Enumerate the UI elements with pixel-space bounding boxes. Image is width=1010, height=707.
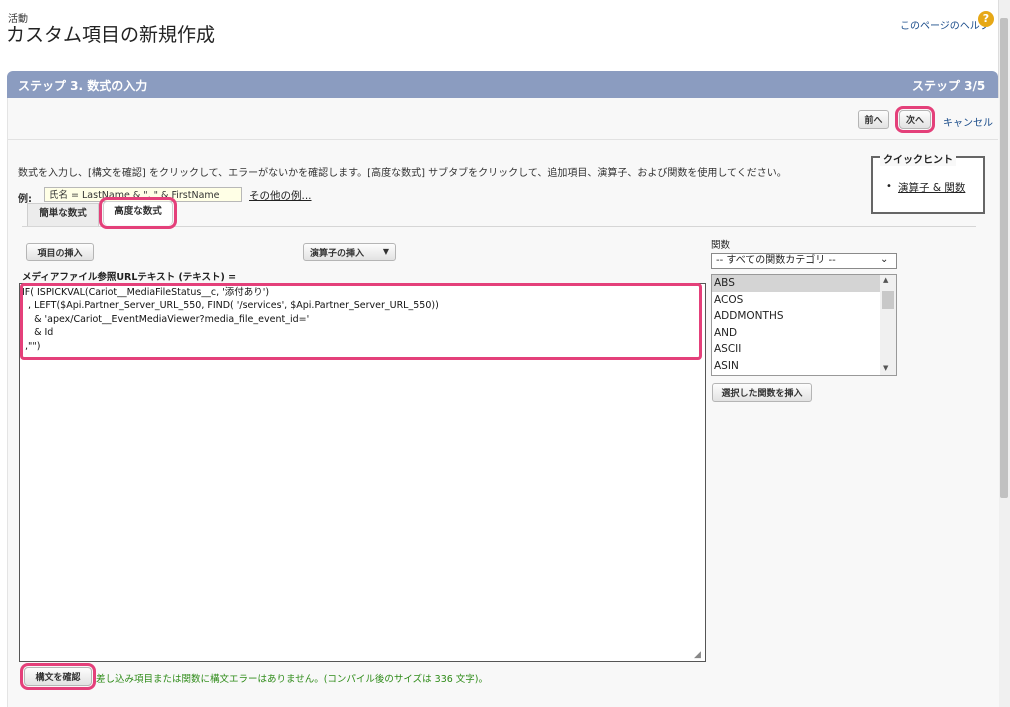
function-item[interactable]: ASIN — [712, 358, 896, 375]
formula-highlight — [20, 283, 702, 360]
insert-operator-button[interactable]: 演算子の挿入 ▼ — [303, 243, 396, 261]
function-item[interactable]: ACOS — [712, 292, 896, 309]
functions-label: 関数 — [711, 240, 731, 251]
field-label: メディアファイル参照URLテキスト (テキスト) = — [22, 272, 237, 283]
scroll-down-icon[interactable]: ▼ — [883, 364, 888, 372]
step-title: ステップ 3. 数式の入力 — [18, 79, 148, 93]
insert-field-button[interactable]: 項目の挿入 — [26, 243, 94, 261]
function-list-scroll-thumb[interactable] — [882, 291, 894, 309]
tab-advanced-formula[interactable]: 高度な数式 — [99, 197, 177, 229]
cancel-link[interactable]: キャンセル — [943, 114, 993, 129]
help-link[interactable]: このページのヘルプ — [900, 17, 990, 32]
instructions-text: 数式を入力し、[構文を確認] をクリックして、エラーがないかを確認します。[高度… — [18, 168, 787, 179]
operators-functions-link[interactable]: 演算子 & 関数 — [898, 180, 965, 195]
chevron-down-icon: ▼ — [382, 247, 389, 256]
insert-operator-label: 演算子の挿入 — [310, 248, 365, 259]
more-examples-link[interactable]: その他の例... — [249, 188, 312, 203]
function-category-select[interactable]: -- すべての関数カテゴリ -- — [711, 253, 897, 269]
function-item[interactable]: ASCII — [712, 341, 896, 358]
syntax-result-text: 差し込み項目または関数に構文エラーはありません。(コンパイル後のサイズは 336… — [96, 674, 489, 685]
help-icon[interactable]: ? — [978, 11, 994, 27]
step-count: ステップ 3/5 — [912, 79, 986, 93]
step-header-bar — [7, 71, 998, 98]
tab-simple-formula[interactable]: 簡単な数式 — [27, 203, 99, 226]
divider — [8, 139, 998, 140]
scroll-up-icon[interactable]: ▲ — [883, 276, 888, 284]
function-item[interactable]: AND — [712, 325, 896, 342]
bullet-icon: • — [886, 181, 892, 192]
check-syntax-button[interactable]: 構文を確認 — [20, 663, 96, 690]
page-scrollbar-thumb[interactable] — [1000, 18, 1008, 498]
insert-selected-function-button[interactable]: 選択した関数を挿入 — [712, 383, 812, 402]
tab-divider — [22, 226, 976, 227]
resize-handle-icon[interactable]: ◢ — [694, 650, 701, 660]
next-button[interactable]: 次へ — [895, 106, 935, 133]
function-list[interactable]: ABS ACOS ADDMONTHS AND ASCII ASIN — [711, 274, 897, 376]
chevron-down-icon: ⌄ — [880, 254, 889, 265]
example-value: 氏名 = LastName & ", " & FirstName — [44, 187, 242, 202]
quick-hint-title: クイックヒント — [880, 151, 956, 166]
prev-button[interactable]: 前へ — [858, 110, 889, 129]
page-title: カスタム項目の新規作成 — [6, 24, 216, 46]
function-list-scrollbar[interactable] — [880, 275, 896, 375]
function-item[interactable]: ABS — [712, 275, 896, 292]
function-item[interactable]: ADDMONTHS — [712, 308, 896, 325]
